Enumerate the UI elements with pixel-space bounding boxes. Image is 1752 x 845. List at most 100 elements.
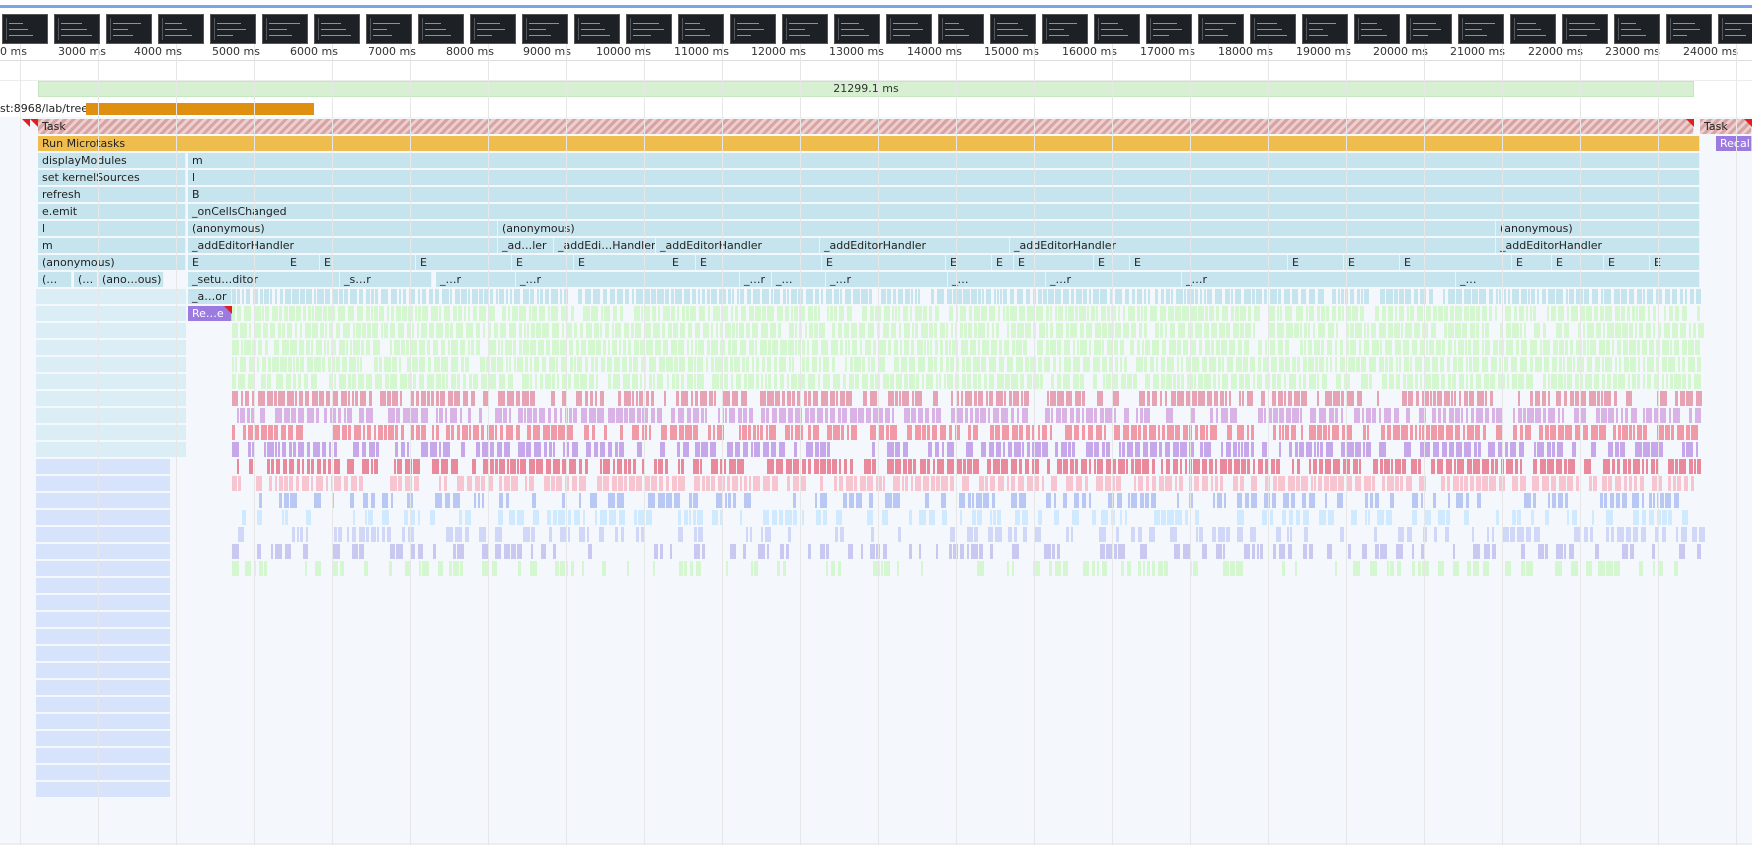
flame-bar-l2[interactable]: l: [38, 221, 186, 236]
flame-bar-anonymous[interactable]: (anonymous): [188, 221, 498, 236]
screenshot-thumbnail[interactable]: [626, 14, 672, 44]
screenshot-thumbnail[interactable]: [1354, 14, 1400, 44]
recalculate-style-bar[interactable]: Recal: [1716, 136, 1752, 151]
flame-bar-addEditorHandler[interactable]: _addEdi…Handler: [554, 238, 656, 253]
flame-label: _…: [952, 273, 969, 286]
screenshot-thumbnail[interactable]: [1250, 14, 1296, 44]
screenshot-thumbnail[interactable]: [522, 14, 568, 44]
screenshot-filmstrip[interactable]: [0, 12, 1752, 46]
screenshot-thumbnail[interactable]: [418, 14, 464, 44]
flame-bar-E[interactable]: E: [1400, 255, 1512, 270]
flame-bar-E[interactable]: E: [822, 255, 946, 270]
screenshot-thumbnail[interactable]: [1718, 14, 1752, 44]
flame-bar-small[interactable]: _…: [772, 272, 826, 287]
screenshot-thumbnail[interactable]: [1146, 14, 1192, 44]
flame-bar-displayModules[interactable]: displayModules: [38, 153, 186, 168]
network-request-url[interactable]: st:8968/lab/tree/c: [0, 102, 98, 115]
screenshot-thumbnail[interactable]: [1198, 14, 1244, 44]
screenshot-thumbnail[interactable]: [1406, 14, 1452, 44]
flame-bar-addEditorHandler[interactable]: _addEditorHandler: [1496, 238, 1700, 253]
screenshot-thumbnail[interactable]: [470, 14, 516, 44]
flame-bar-E[interactable]: E: [1288, 255, 1344, 270]
flame-bar-small[interactable]: _…: [948, 272, 1046, 287]
flame-bar-E[interactable]: E: [668, 255, 696, 270]
flame-bar-B[interactable]: B: [188, 187, 1700, 202]
flame-bar-E[interactable]: E: [416, 255, 512, 270]
frame-duration-bar[interactable]: 21299.1 ms: [38, 81, 1694, 97]
flame-bar-E[interactable]: E: [512, 255, 574, 270]
frames-track[interactable]: [0, 60, 1752, 81]
screenshot-thumbnail[interactable]: [1042, 14, 1088, 44]
flame-bar-E[interactable]: E: [1130, 255, 1288, 270]
flame-bar-aor[interactable]: _a…or: [188, 289, 232, 304]
network-request-bar[interactable]: [86, 103, 314, 115]
left-call-stack-area[interactable]: [36, 289, 188, 799]
screenshot-thumbnail[interactable]: [1094, 14, 1140, 44]
flame-bar-onCellsChanged[interactable]: _onCellsChanged: [188, 204, 1700, 219]
flame-bar-small[interactable]: (…: [74, 272, 98, 287]
screenshot-thumbnail[interactable]: [782, 14, 828, 44]
time-ruler[interactable]: 0 ms 3000 ms 4000 ms 5000 ms 6000 ms 700…: [0, 44, 1752, 61]
flame-bar-E[interactable]: E: [946, 255, 992, 270]
flame-bar-anonymous[interactable]: (anonymous): [1496, 221, 1700, 236]
flame-bar-E[interactable]: E: [1512, 255, 1552, 270]
flame-bar-small[interactable]: _…: [1456, 272, 1700, 287]
flame-bar-small[interactable]: _…r: [826, 272, 948, 287]
screenshot-thumbnail[interactable]: [2, 14, 48, 44]
screenshot-thumbnail[interactable]: [1614, 14, 1660, 44]
screenshot-thumbnail[interactable]: [210, 14, 256, 44]
task-bar[interactable]: Task: [38, 119, 1694, 134]
flame-bar-addEditorHandler[interactable]: _ad…ler: [498, 238, 554, 253]
flame-bar-addEditorHandler[interactable]: _addEditorHandler: [188, 238, 498, 253]
screenshot-thumbnail[interactable]: [1458, 14, 1504, 44]
screenshot-thumbnail[interactable]: [1666, 14, 1712, 44]
dense-js-calls-area[interactable]: [232, 289, 1705, 579]
run-microtasks-bar[interactable]: Run Microtasks: [38, 136, 1700, 151]
screenshot-thumbnail[interactable]: [54, 14, 100, 44]
flame-bar-small[interactable]: _…r: [740, 272, 772, 287]
flame-bar-small[interactable]: _s…r: [340, 272, 432, 287]
flame-bar-small[interactable]: (ano…ous): [98, 272, 164, 287]
screenshot-thumbnail[interactable]: [1302, 14, 1348, 44]
flame-bar-addEditorHandler[interactable]: _addEditorHandler: [656, 238, 820, 253]
flame-bar-addEditorHandler[interactable]: _addEditorHandler: [820, 238, 1010, 253]
screenshot-thumbnail[interactable]: [938, 14, 984, 44]
flame-bar-E[interactable]: E: [1604, 255, 1650, 270]
screenshot-thumbnail[interactable]: [106, 14, 152, 44]
screenshot-thumbnail[interactable]: [366, 14, 412, 44]
screenshot-thumbnail[interactable]: [834, 14, 880, 44]
flame-bar-E[interactable]: E: [1014, 255, 1094, 270]
flame-bar-E[interactable]: E: [696, 255, 822, 270]
screenshot-thumbnail[interactable]: [990, 14, 1036, 44]
screenshot-thumbnail[interactable]: [262, 14, 308, 44]
flame-bar-E[interactable]: E: [574, 255, 670, 270]
screenshot-thumbnail[interactable]: [678, 14, 724, 44]
flame-bar-l[interactable]: l: [188, 170, 1700, 185]
flame-bar-E[interactable]: E: [1552, 255, 1604, 270]
flame-bar-m[interactable]: m: [188, 153, 1700, 168]
screenshot-thumbnail[interactable]: [158, 14, 204, 44]
flame-bar-E[interactable]: E: [1344, 255, 1400, 270]
flame-bar-small[interactable]: _…r: [1182, 272, 1456, 287]
screenshot-thumbnail[interactable]: [1562, 14, 1608, 44]
flame-bar-anonymous-left[interactable]: (anonymous): [38, 255, 186, 270]
flame-bar-E[interactable]: E: [188, 255, 290, 270]
screenshot-thumbnail[interactable]: [574, 14, 620, 44]
flame-bar-small[interactable]: _…r: [1046, 272, 1182, 287]
screenshot-thumbnail[interactable]: [1510, 14, 1556, 44]
flame-bar-E[interactable]: E: [320, 255, 416, 270]
screenshot-thumbnail[interactable]: [730, 14, 776, 44]
flame-bar-set-kernelSources[interactable]: set kernelSources: [38, 170, 186, 185]
flame-bar-refresh[interactable]: refresh: [38, 187, 186, 202]
flame-bar-e-emit[interactable]: e.emit: [38, 204, 186, 219]
flame-bar-E[interactable]: E: [286, 255, 320, 270]
screenshot-thumbnail[interactable]: [886, 14, 932, 44]
flame-bar-E[interactable]: E: [992, 255, 1014, 270]
flame-bar-small[interactable]: _…r: [516, 272, 740, 287]
tick-label: 20000 ms: [1373, 45, 1428, 58]
screenshot-thumbnail[interactable]: [314, 14, 360, 44]
flame-bar-m2[interactable]: m: [38, 238, 186, 253]
flame-bar-small[interactable]: (…: [38, 272, 72, 287]
flame-bar-small[interactable]: _setu…ditor: [188, 272, 340, 287]
flame-bar-small[interactable]: _…r: [436, 272, 516, 287]
